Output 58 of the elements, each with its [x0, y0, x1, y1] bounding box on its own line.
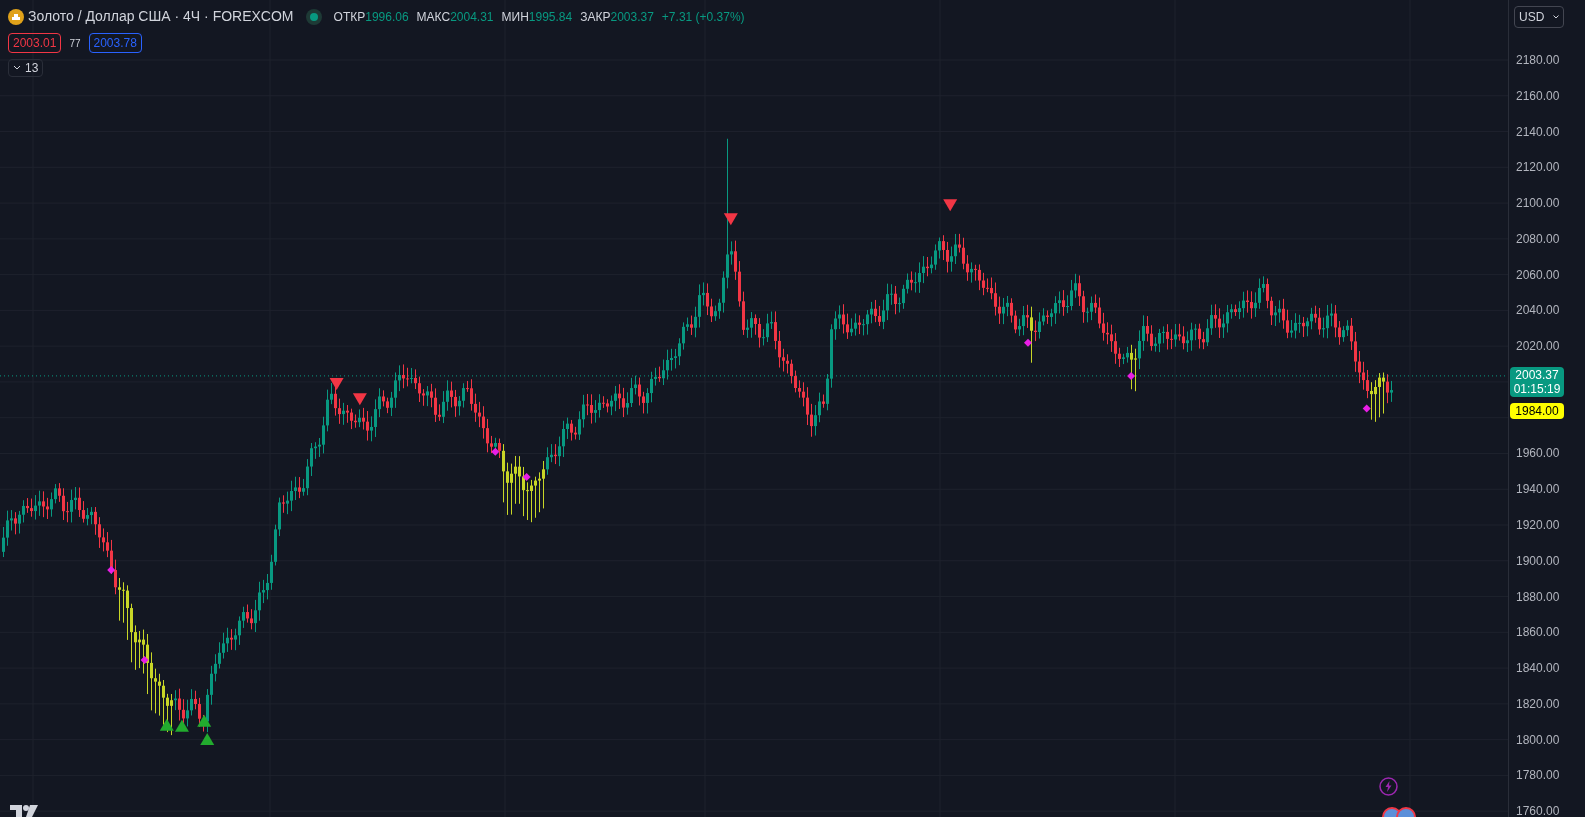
ohlc-label: МАКС: [416, 8, 451, 26]
buy-price-button[interactable]: 2003.78: [88, 33, 142, 53]
ohlc-label: МИН: [501, 8, 529, 26]
sell-triangle-icon: [943, 199, 958, 212]
alert-price-tag: 1984.00: [1510, 402, 1564, 419]
chevron-down-icon: [13, 65, 21, 71]
price-axis-label: 1920.00: [1516, 518, 1560, 532]
lightning-icon: [1379, 777, 1398, 796]
buy-triangle-icon: [200, 732, 215, 745]
indicators-toggle-button[interactable]: 13: [8, 59, 44, 77]
price-axis-label: 1820.00: [1516, 696, 1560, 711]
diamond-icon: [491, 447, 500, 456]
price-axis-label: 2180.00: [1516, 53, 1560, 67]
coin-icon: [8, 8, 24, 25]
chevron-down-icon: [1553, 15, 1559, 19]
price-axis-label: 2140.00: [1516, 124, 1560, 139]
price-axis-label: 1760.00: [1516, 804, 1560, 817]
price-axis-label: 1900.00: [1516, 553, 1560, 568]
price-change: +7.31 (+0.37%): [661, 8, 745, 26]
price-axis-label: 1940.00: [1516, 482, 1560, 497]
ohlc-label: ЗАКР: [580, 8, 611, 26]
price-axis-label: 2020.00: [1516, 339, 1560, 354]
price-axis-label: 1960.00: [1516, 446, 1560, 461]
price-axis-label: 2160.00: [1516, 88, 1560, 103]
sell-triangle-icon: [723, 213, 738, 226]
diamond-icon: [107, 566, 116, 575]
price-axis-label: 1860.00: [1516, 625, 1560, 640]
diamond-icon: [1024, 338, 1033, 347]
ohlc-value: 2004.31: [450, 8, 494, 26]
ohlc-value: 1996.06: [365, 8, 409, 26]
sell-price-button[interactable]: 2003.01: [8, 33, 62, 53]
currency-dropdown[interactable]: USD: [1514, 6, 1564, 28]
price-axis-label: 1780.00: [1516, 768, 1560, 783]
price-axis-label: 2100.00: [1516, 196, 1560, 211]
price-axis-label: 1840.00: [1516, 661, 1560, 676]
buy-triangle-icon: [174, 719, 189, 732]
price-axis-label: 1880.00: [1516, 589, 1560, 604]
price-axis-label: 2080.00: [1516, 231, 1560, 246]
sell-triangle-icon: [352, 393, 367, 406]
buy-triangle-icon: [197, 714, 212, 727]
diamond-icon: [1127, 372, 1136, 381]
price-axis-label: 2060.00: [1516, 267, 1560, 282]
price-axis-label: 2040.00: [1516, 303, 1560, 318]
last-price: 2003.37: [1515, 367, 1559, 382]
ohlc-label: ОТКР: [333, 8, 366, 26]
symbol-title: Золото / Доллар США · 4Ч · FOREXCOM: [28, 7, 294, 26]
bar-countdown: 01:15:19: [1513, 381, 1561, 396]
ohlc-value: 2003.37: [610, 8, 654, 26]
diamond-icon: [140, 656, 149, 665]
diamond-icon: [1362, 404, 1371, 413]
price-axis-label: 2120.00: [1516, 160, 1560, 175]
spread-value: 77: [69, 36, 81, 51]
buy-triangle-icon: [159, 718, 174, 731]
price-axis-label: 1800.00: [1516, 732, 1560, 747]
ohlc-value: 1995.84: [528, 8, 573, 26]
logo-icon: [10, 805, 38, 817]
flags-icon: [1382, 807, 1416, 817]
diamond-icon: [522, 473, 531, 482]
